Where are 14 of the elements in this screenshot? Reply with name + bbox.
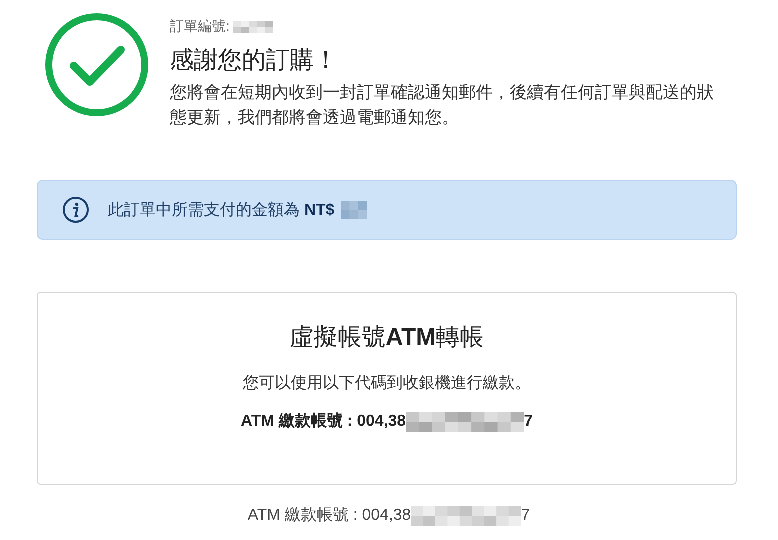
redaction-mosaic	[232, 21, 273, 33]
payment-instruction: 您可以使用以下代碼到收銀機進行繳款。	[243, 374, 531, 394]
check-circle-icon	[44, 12, 150, 118]
confirmation-message: 您將會在短期內收到一封訂單確認通知郵件，後續有任何訂單與配送的狀態更新，我們都將會透過電郵通知您。	[170, 82, 715, 129]
redaction-mosaic	[340, 201, 367, 219]
info-icon	[62, 196, 90, 224]
order-number-label: 訂單編號:	[170, 18, 230, 36]
account-number-text: ATM 繳款帳號 : 004,38	[241, 412, 406, 432]
thank-you-title: 感謝您的訂購！	[170, 46, 339, 76]
account-number-end: 7	[524, 412, 533, 430]
account-number-text: ATM 繳款帳號 : 004,38	[248, 506, 412, 526]
amount-due-text: 此訂單中所需支付的金額為 NT$	[108, 200, 335, 220]
account-number-end: 7	[521, 506, 530, 524]
payment-method-title: 虛擬帳號ATM轉帳	[290, 323, 484, 353]
